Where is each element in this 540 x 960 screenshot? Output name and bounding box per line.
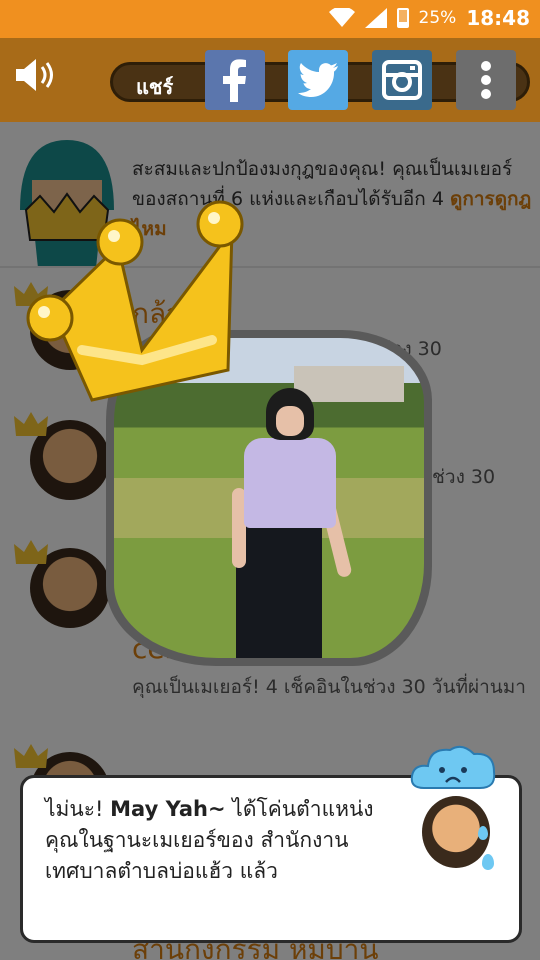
more-options-button[interactable] [456,50,516,110]
signal-icon [364,8,387,28]
twitter-icon [298,63,338,97]
raindrop-icon [482,854,494,870]
battery-icon [396,8,409,28]
toolbar: แชร์ [0,38,540,122]
big-crown-icon [26,200,244,402]
twitter-share-button[interactable] [288,50,348,110]
notification-prefix: ไม่นะ! [45,797,104,821]
battery-level: 25% [418,8,457,28]
speaker-icon[interactable] [14,55,58,95]
more-vertical-icon [481,61,491,99]
notification-text: ไม่นะ! May Yah~ ได้โค่นตำแหน่งคุณในฐานะเ… [45,794,385,887]
clock: 18:48 [466,6,530,30]
share-label: แชร์ [136,75,174,99]
notification-user: May Yah~ [110,797,226,821]
facebook-icon [223,59,246,102]
status-bar: 25% 18:48 [0,0,540,38]
facebook-share-button[interactable] [205,50,265,110]
instagram-share-button[interactable] [372,50,432,110]
raindrop-icon [478,826,488,840]
sad-cloud-icon [410,745,496,789]
wifi-icon [328,8,355,27]
instagram-icon [382,60,422,100]
